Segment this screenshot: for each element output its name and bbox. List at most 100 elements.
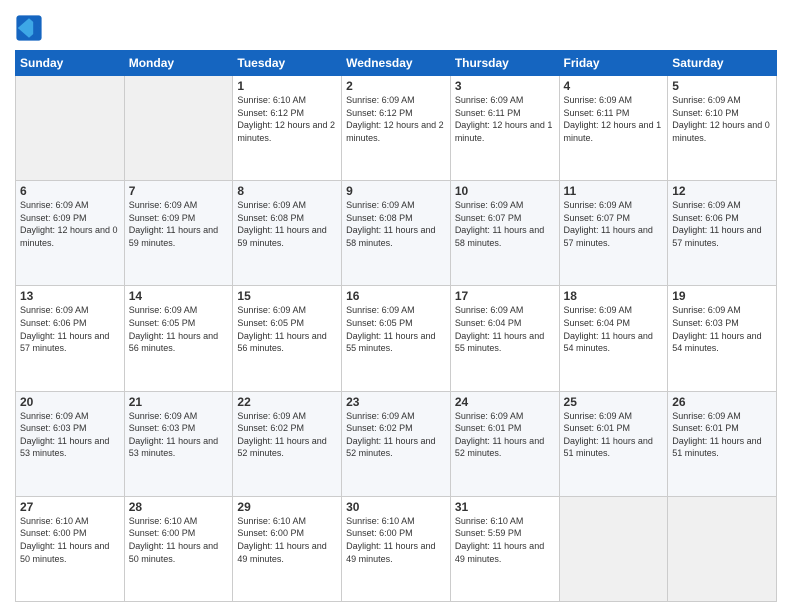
day-info: Sunrise: 6:09 AM Sunset: 6:10 PM Dayligh… — [672, 94, 772, 144]
weekday-saturday: Saturday — [668, 51, 777, 76]
day-number: 29 — [237, 500, 337, 514]
day-info: Sunrise: 6:09 AM Sunset: 6:09 PM Dayligh… — [129, 199, 229, 249]
calendar-cell: 15Sunrise: 6:09 AM Sunset: 6:05 PM Dayli… — [233, 286, 342, 391]
day-number: 7 — [129, 184, 229, 198]
day-number: 6 — [20, 184, 120, 198]
day-number: 8 — [237, 184, 337, 198]
day-info: Sunrise: 6:09 AM Sunset: 6:06 PM Dayligh… — [20, 304, 120, 354]
day-number: 23 — [346, 395, 446, 409]
calendar-cell: 24Sunrise: 6:09 AM Sunset: 6:01 PM Dayli… — [450, 391, 559, 496]
day-info: Sunrise: 6:09 AM Sunset: 6:05 PM Dayligh… — [346, 304, 446, 354]
day-info: Sunrise: 6:10 AM Sunset: 6:00 PM Dayligh… — [346, 515, 446, 565]
day-number: 10 — [455, 184, 555, 198]
calendar-cell: 16Sunrise: 6:09 AM Sunset: 6:05 PM Dayli… — [342, 286, 451, 391]
day-number: 9 — [346, 184, 446, 198]
day-info: Sunrise: 6:09 AM Sunset: 6:01 PM Dayligh… — [455, 410, 555, 460]
day-info: Sunrise: 6:10 AM Sunset: 5:59 PM Dayligh… — [455, 515, 555, 565]
day-info: Sunrise: 6:10 AM Sunset: 6:00 PM Dayligh… — [129, 515, 229, 565]
day-info: Sunrise: 6:09 AM Sunset: 6:05 PM Dayligh… — [129, 304, 229, 354]
day-info: Sunrise: 6:09 AM Sunset: 6:06 PM Dayligh… — [672, 199, 772, 249]
day-number: 1 — [237, 79, 337, 93]
calendar-cell: 5Sunrise: 6:09 AM Sunset: 6:10 PM Daylig… — [668, 76, 777, 181]
day-number: 5 — [672, 79, 772, 93]
day-number: 14 — [129, 289, 229, 303]
day-info: Sunrise: 6:10 AM Sunset: 6:12 PM Dayligh… — [237, 94, 337, 144]
weekday-friday: Friday — [559, 51, 668, 76]
day-number: 3 — [455, 79, 555, 93]
calendar-cell: 22Sunrise: 6:09 AM Sunset: 6:02 PM Dayli… — [233, 391, 342, 496]
day-info: Sunrise: 6:09 AM Sunset: 6:07 PM Dayligh… — [564, 199, 664, 249]
day-number: 18 — [564, 289, 664, 303]
calendar-week-4: 20Sunrise: 6:09 AM Sunset: 6:03 PM Dayli… — [16, 391, 777, 496]
day-number: 26 — [672, 395, 772, 409]
day-number: 12 — [672, 184, 772, 198]
day-info: Sunrise: 6:09 AM Sunset: 6:01 PM Dayligh… — [672, 410, 772, 460]
day-info: Sunrise: 6:09 AM Sunset: 6:02 PM Dayligh… — [237, 410, 337, 460]
calendar-week-2: 6Sunrise: 6:09 AM Sunset: 6:09 PM Daylig… — [16, 181, 777, 286]
day-number: 31 — [455, 500, 555, 514]
weekday-monday: Monday — [124, 51, 233, 76]
calendar-week-1: 1Sunrise: 6:10 AM Sunset: 6:12 PM Daylig… — [16, 76, 777, 181]
day-number: 24 — [455, 395, 555, 409]
weekday-wednesday: Wednesday — [342, 51, 451, 76]
calendar-cell: 9Sunrise: 6:09 AM Sunset: 6:08 PM Daylig… — [342, 181, 451, 286]
calendar-cell: 6Sunrise: 6:09 AM Sunset: 6:09 PM Daylig… — [16, 181, 125, 286]
calendar-cell: 26Sunrise: 6:09 AM Sunset: 6:01 PM Dayli… — [668, 391, 777, 496]
day-info: Sunrise: 6:10 AM Sunset: 6:00 PM Dayligh… — [20, 515, 120, 565]
calendar-cell: 8Sunrise: 6:09 AM Sunset: 6:08 PM Daylig… — [233, 181, 342, 286]
calendar-cell — [668, 496, 777, 601]
day-info: Sunrise: 6:09 AM Sunset: 6:08 PM Dayligh… — [346, 199, 446, 249]
day-number: 4 — [564, 79, 664, 93]
day-number: 25 — [564, 395, 664, 409]
day-number: 21 — [129, 395, 229, 409]
calendar-cell: 30Sunrise: 6:10 AM Sunset: 6:00 PM Dayli… — [342, 496, 451, 601]
day-info: Sunrise: 6:09 AM Sunset: 6:08 PM Dayligh… — [237, 199, 337, 249]
calendar-week-3: 13Sunrise: 6:09 AM Sunset: 6:06 PM Dayli… — [16, 286, 777, 391]
logo-icon — [15, 14, 43, 42]
calendar-week-5: 27Sunrise: 6:10 AM Sunset: 6:00 PM Dayli… — [16, 496, 777, 601]
calendar-cell: 4Sunrise: 6:09 AM Sunset: 6:11 PM Daylig… — [559, 76, 668, 181]
day-info: Sunrise: 6:09 AM Sunset: 6:02 PM Dayligh… — [346, 410, 446, 460]
calendar-cell: 23Sunrise: 6:09 AM Sunset: 6:02 PM Dayli… — [342, 391, 451, 496]
day-number: 2 — [346, 79, 446, 93]
day-number: 27 — [20, 500, 120, 514]
logo — [15, 14, 45, 42]
day-number: 16 — [346, 289, 446, 303]
calendar-cell: 2Sunrise: 6:09 AM Sunset: 6:12 PM Daylig… — [342, 76, 451, 181]
calendar-cell — [124, 76, 233, 181]
calendar-cell: 12Sunrise: 6:09 AM Sunset: 6:06 PM Dayli… — [668, 181, 777, 286]
calendar-cell: 29Sunrise: 6:10 AM Sunset: 6:00 PM Dayli… — [233, 496, 342, 601]
calendar-cell: 31Sunrise: 6:10 AM Sunset: 5:59 PM Dayli… — [450, 496, 559, 601]
weekday-thursday: Thursday — [450, 51, 559, 76]
day-info: Sunrise: 6:09 AM Sunset: 6:03 PM Dayligh… — [129, 410, 229, 460]
day-info: Sunrise: 6:09 AM Sunset: 6:09 PM Dayligh… — [20, 199, 120, 249]
day-number: 15 — [237, 289, 337, 303]
calendar-cell: 1Sunrise: 6:10 AM Sunset: 6:12 PM Daylig… — [233, 76, 342, 181]
day-number: 30 — [346, 500, 446, 514]
day-number: 20 — [20, 395, 120, 409]
day-info: Sunrise: 6:10 AM Sunset: 6:00 PM Dayligh… — [237, 515, 337, 565]
day-number: 17 — [455, 289, 555, 303]
weekday-header-row: SundayMondayTuesdayWednesdayThursdayFrid… — [16, 51, 777, 76]
day-info: Sunrise: 6:09 AM Sunset: 6:07 PM Dayligh… — [455, 199, 555, 249]
calendar-cell: 21Sunrise: 6:09 AM Sunset: 6:03 PM Dayli… — [124, 391, 233, 496]
day-number: 28 — [129, 500, 229, 514]
day-info: Sunrise: 6:09 AM Sunset: 6:11 PM Dayligh… — [455, 94, 555, 144]
page-header — [15, 10, 777, 42]
calendar-cell: 20Sunrise: 6:09 AM Sunset: 6:03 PM Dayli… — [16, 391, 125, 496]
calendar-cell: 13Sunrise: 6:09 AM Sunset: 6:06 PM Dayli… — [16, 286, 125, 391]
calendar-cell: 17Sunrise: 6:09 AM Sunset: 6:04 PM Dayli… — [450, 286, 559, 391]
weekday-sunday: Sunday — [16, 51, 125, 76]
calendar-cell — [16, 76, 125, 181]
weekday-tuesday: Tuesday — [233, 51, 342, 76]
calendar-body: 1Sunrise: 6:10 AM Sunset: 6:12 PM Daylig… — [16, 76, 777, 602]
day-info: Sunrise: 6:09 AM Sunset: 6:04 PM Dayligh… — [455, 304, 555, 354]
day-info: Sunrise: 6:09 AM Sunset: 6:03 PM Dayligh… — [20, 410, 120, 460]
calendar-cell: 14Sunrise: 6:09 AM Sunset: 6:05 PM Dayli… — [124, 286, 233, 391]
calendar-cell: 7Sunrise: 6:09 AM Sunset: 6:09 PM Daylig… — [124, 181, 233, 286]
calendar-cell: 11Sunrise: 6:09 AM Sunset: 6:07 PM Dayli… — [559, 181, 668, 286]
day-number: 19 — [672, 289, 772, 303]
day-number: 11 — [564, 184, 664, 198]
calendar-cell: 25Sunrise: 6:09 AM Sunset: 6:01 PM Dayli… — [559, 391, 668, 496]
calendar-cell: 18Sunrise: 6:09 AM Sunset: 6:04 PM Dayli… — [559, 286, 668, 391]
